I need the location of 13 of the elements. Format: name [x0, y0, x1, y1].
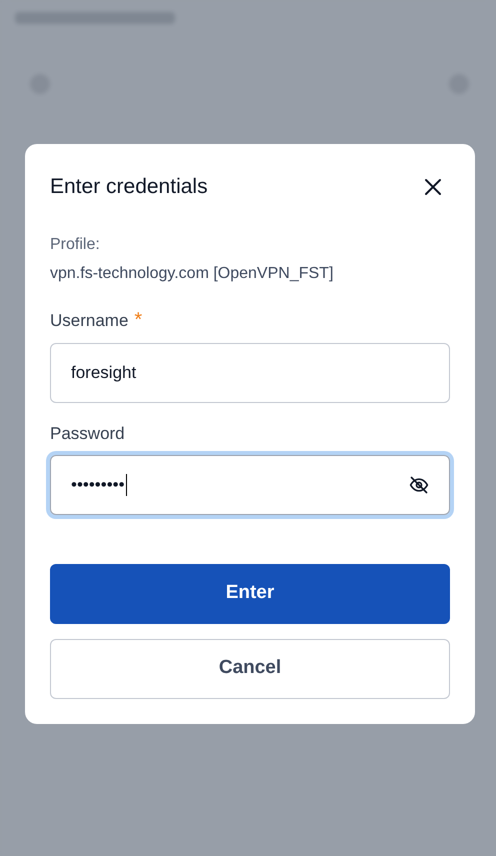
field-label: Password [50, 423, 125, 445]
dialog-title: Enter credentials [50, 174, 208, 200]
hide-password-icon[interactable] [409, 474, 429, 494]
cancel-button[interactable]: Cancel [50, 638, 450, 698]
enter-button[interactable]: Enter [50, 564, 450, 624]
profile-value: vpn.fs-technology.com [OpenVPN_FST] [50, 264, 334, 284]
profile-label: Profile: [50, 234, 101, 254]
close-icon [424, 178, 442, 196]
field-value: ••••••••• [71, 472, 127, 498]
field-label: Username [50, 310, 128, 332]
field-value: foresight [71, 362, 136, 384]
username-field[interactable]: foresight [50, 343, 450, 403]
required-mark: * [134, 310, 142, 330]
